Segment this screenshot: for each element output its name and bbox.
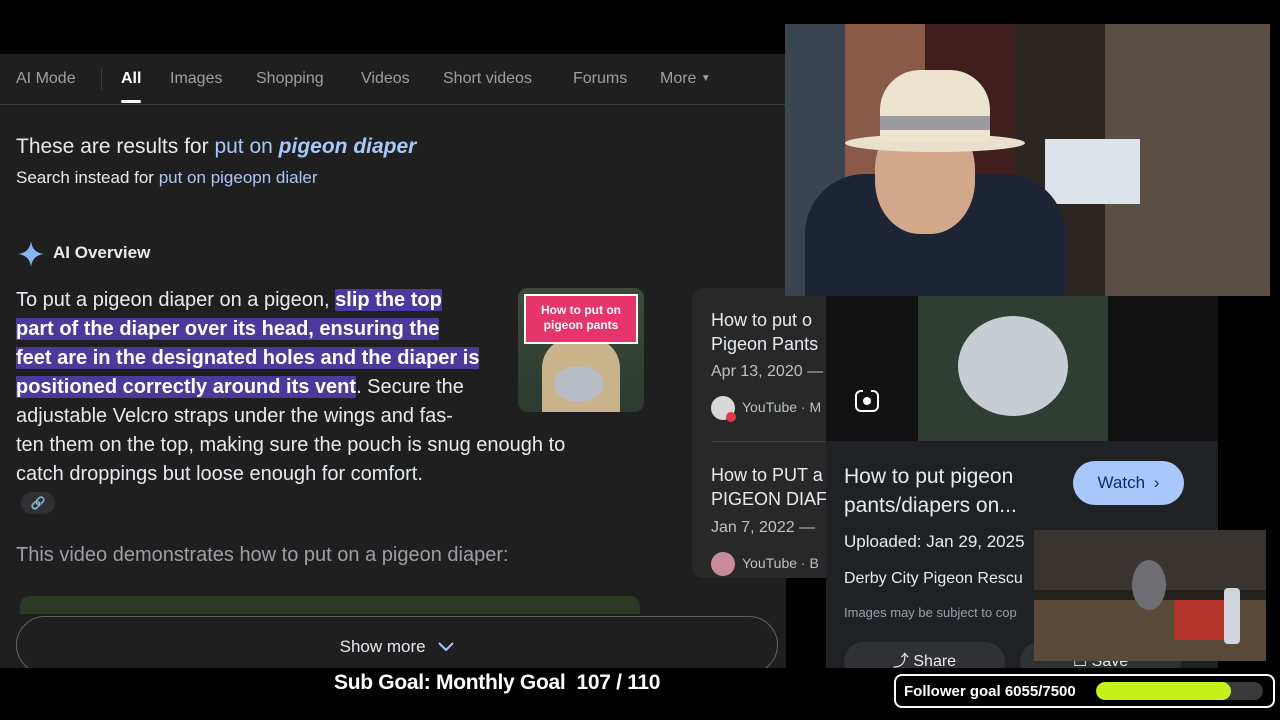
ai-lead: To put a pigeon diaper on a pigeon, — [16, 289, 330, 311]
tab-images[interactable]: Images — [170, 70, 222, 88]
tab-ai-mode[interactable]: AI Mode — [16, 70, 76, 88]
active-tab-indicator — [121, 100, 141, 103]
video-card-1-title-line2: Pigeon Pants — [711, 334, 819, 354]
tab-shopping[interactable]: Shopping — [256, 70, 324, 88]
chevron-right-icon: › — [1153, 473, 1160, 492]
video-card-2-title[interactable]: How to PUT a PIGEON DIAF — [711, 463, 826, 511]
image-disclaimer: Images may be subject to cop — [844, 605, 1017, 620]
google-lens-icon[interactable] — [854, 389, 880, 413]
follower-goal-progress-track — [1096, 682, 1263, 700]
thumbnail-caption: How to put on pigeon pants — [541, 303, 621, 332]
original-query-link[interactable]: put on pigeopn dialer — [159, 168, 318, 187]
water-bottle — [1224, 588, 1240, 644]
video-card-2-source: YouTube · B — [742, 555, 819, 571]
thumbnail-caption-box: How to put on pigeon pants — [524, 294, 638, 344]
video-title-line1: How to put pigeon — [844, 465, 1014, 488]
ai-text-7: catch droppings but loose enough for com… — [16, 463, 423, 485]
video-preview-image — [918, 296, 1108, 441]
channel-avatar — [711, 552, 735, 576]
ai-highlight-3: feet are in the designated holes and the… — [16, 347, 480, 369]
corrected-query-link[interactable]: put on pigeon diaper — [214, 135, 416, 158]
tab-separator — [101, 68, 102, 90]
watch-button[interactable]: Watch › — [1073, 461, 1184, 505]
video-preview-frame[interactable] — [826, 296, 1218, 441]
follower-goal-widget: Follower goal 6055/7500 — [894, 674, 1275, 708]
tab-more[interactable]: More ▼ — [660, 70, 711, 88]
chevron-down-icon — [438, 637, 455, 657]
tab-more-label: More — [660, 70, 697, 87]
video-card-2-title-line2: PIGEON DIAF — [711, 489, 826, 509]
sub-goal-text: Sub Goal: Monthly Goal 107 / 110 — [334, 671, 661, 694]
hat-band — [880, 116, 990, 130]
ai-text-5: adjustable Velcro straps under the wings… — [16, 405, 453, 427]
search-instead: Search instead for put on pigeopn dialer — [16, 168, 318, 188]
tab-all[interactable]: All — [121, 70, 141, 88]
youtube-badge-icon — [726, 412, 736, 422]
video-card-2-date: Jan 7, 2022 — — [711, 519, 816, 536]
ai-highlight-4: positioned correctly around its vent — [16, 376, 357, 398]
pigeon-figure — [1132, 560, 1166, 610]
upload-date: Uploaded: Jan 29, 2025 — [844, 532, 1025, 551]
corrected-query-emphasis: pigeon diaper — [278, 135, 417, 158]
secondary-webcam — [1034, 530, 1266, 661]
video-card-1-source: YouTube · M — [742, 399, 822, 415]
webcam-monitor — [1045, 139, 1140, 204]
source-link-button[interactable]: 🔗 — [21, 492, 55, 514]
corrected-query-plain: put on — [214, 135, 273, 158]
video-card-1-title-line1: How to put o — [711, 310, 813, 330]
watch-label: Watch — [1097, 473, 1146, 492]
video-title-line2: pants/diapers on... — [844, 494, 1017, 517]
ai-text-6: ten them on the top, making sure the pou… — [16, 434, 566, 456]
tab-videos[interactable]: Videos — [361, 70, 410, 88]
desk-box — [1174, 600, 1224, 640]
follower-goal-progress-fill — [1096, 682, 1231, 700]
follower-goal-text: Follower goal 6055/7500 — [904, 683, 1076, 700]
pigeon-figure — [554, 366, 604, 402]
card-divider — [711, 441, 826, 442]
gemini-sparkle-icon — [17, 240, 45, 268]
hat-crown — [880, 70, 990, 142]
share-label: Share — [913, 653, 957, 668]
show-more-label: Show more — [339, 637, 426, 656]
show-more-button[interactable]: Show more — [16, 616, 778, 674]
video-card-1-date: Apr 13, 2020 — — [711, 363, 824, 380]
share-icon: ⤴ — [892, 653, 909, 668]
ai-text-4-rest: . Secure the — [356, 376, 464, 398]
ai-highlight-1: slip the top — [335, 289, 442, 311]
tab-forums[interactable]: Forums — [573, 70, 627, 88]
video-card-2-title-line1: How to PUT a — [711, 465, 823, 485]
search-instead-prefix: Search instead for — [16, 168, 154, 187]
embedded-video-preview[interactable] — [20, 596, 640, 614]
link-icon: 🔗 — [30, 496, 46, 510]
video-results-carousel: How to put o Pigeon Pants Apr 13, 2020 —… — [692, 288, 826, 578]
ai-overview-title: AI Overview — [53, 243, 151, 262]
streamer-webcam — [785, 24, 1270, 296]
pigeon-figure — [958, 316, 1068, 416]
spelling-correction: These are results for put on pigeon diap… — [16, 135, 416, 159]
ai-overview-text: To put a pigeon diaper on a pigeon, slip… — [16, 286, 516, 431]
ai-highlight-2: part of the diaper over its head, ensuri… — [16, 318, 440, 340]
channel-name[interactable]: Derby City Pigeon Rescu — [844, 570, 1023, 588]
video-card-1-title[interactable]: How to put o Pigeon Pants — [711, 308, 818, 356]
video-intro-text: This video demonstrates how to put on a … — [16, 544, 509, 566]
share-button[interactable]: ⤴ Share — [844, 642, 1005, 668]
search-tabs: AI Mode All Images Shopping Videos Short… — [0, 56, 786, 105]
correction-prefix: These are results for — [16, 135, 209, 158]
caret-down-icon: ▼ — [700, 73, 711, 84]
video-title: How to put pigeon pants/diapers on... — [844, 462, 1017, 520]
tab-short-videos[interactable]: Short videos — [443, 70, 532, 88]
ai-video-thumbnail[interactable]: How to put on pigeon pants — [518, 288, 644, 412]
ai-overview-text-cont: ten them on the top, making sure the pou… — [16, 431, 636, 489]
